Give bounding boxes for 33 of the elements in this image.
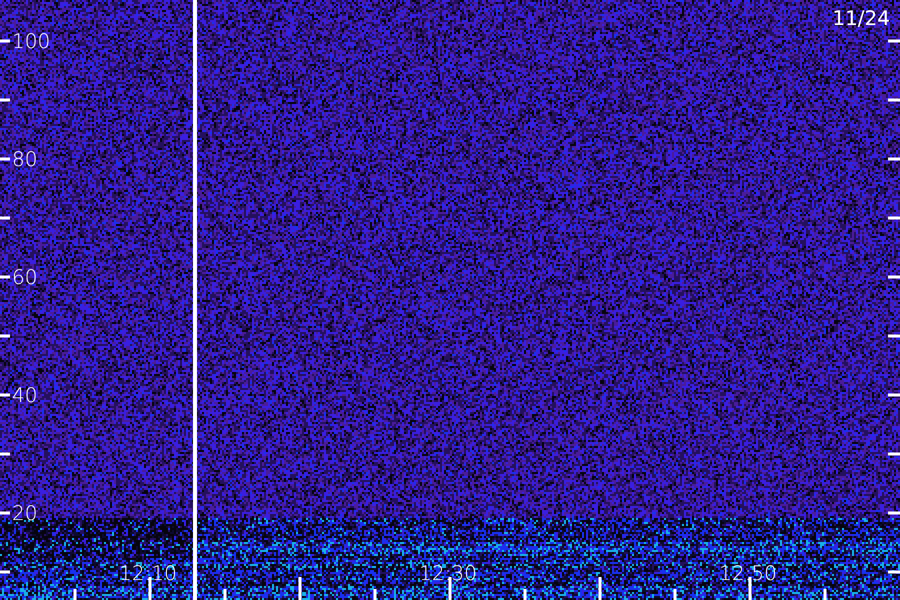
tick-mark xyxy=(888,276,900,278)
tick-mark xyxy=(0,512,10,514)
axis-label: 100 xyxy=(12,29,50,53)
tick-mark xyxy=(0,334,10,338)
tick-mark xyxy=(74,589,76,600)
axis-label: 40 xyxy=(12,383,38,407)
tick-mark xyxy=(298,577,302,600)
axis-label: 80 xyxy=(12,147,38,171)
tick-mark xyxy=(0,570,10,574)
tick-mark xyxy=(0,158,10,160)
tick-mark xyxy=(224,589,226,600)
tick-mark xyxy=(888,394,900,396)
tick-mark xyxy=(0,216,10,220)
tick-mark xyxy=(888,512,900,514)
tick-mark xyxy=(888,98,900,102)
tick-mark xyxy=(0,394,10,396)
axis-label: 20 xyxy=(12,501,38,525)
tick-mark xyxy=(0,452,10,456)
tick-mark xyxy=(374,589,376,600)
tick-mark xyxy=(888,216,900,220)
tick-mark xyxy=(888,334,900,338)
tick-mark xyxy=(524,589,526,600)
tick-mark xyxy=(0,98,10,102)
tick-mark xyxy=(888,452,900,456)
tick-mark xyxy=(888,158,900,160)
tick-mark xyxy=(888,40,900,42)
axis-label: 12:50 xyxy=(719,561,777,585)
tick-mark xyxy=(0,276,10,278)
tick-mark xyxy=(824,589,826,600)
tick-mark xyxy=(888,570,900,574)
tick-mark xyxy=(0,40,10,42)
tick-mark xyxy=(598,577,602,600)
tick-mark xyxy=(674,589,676,600)
